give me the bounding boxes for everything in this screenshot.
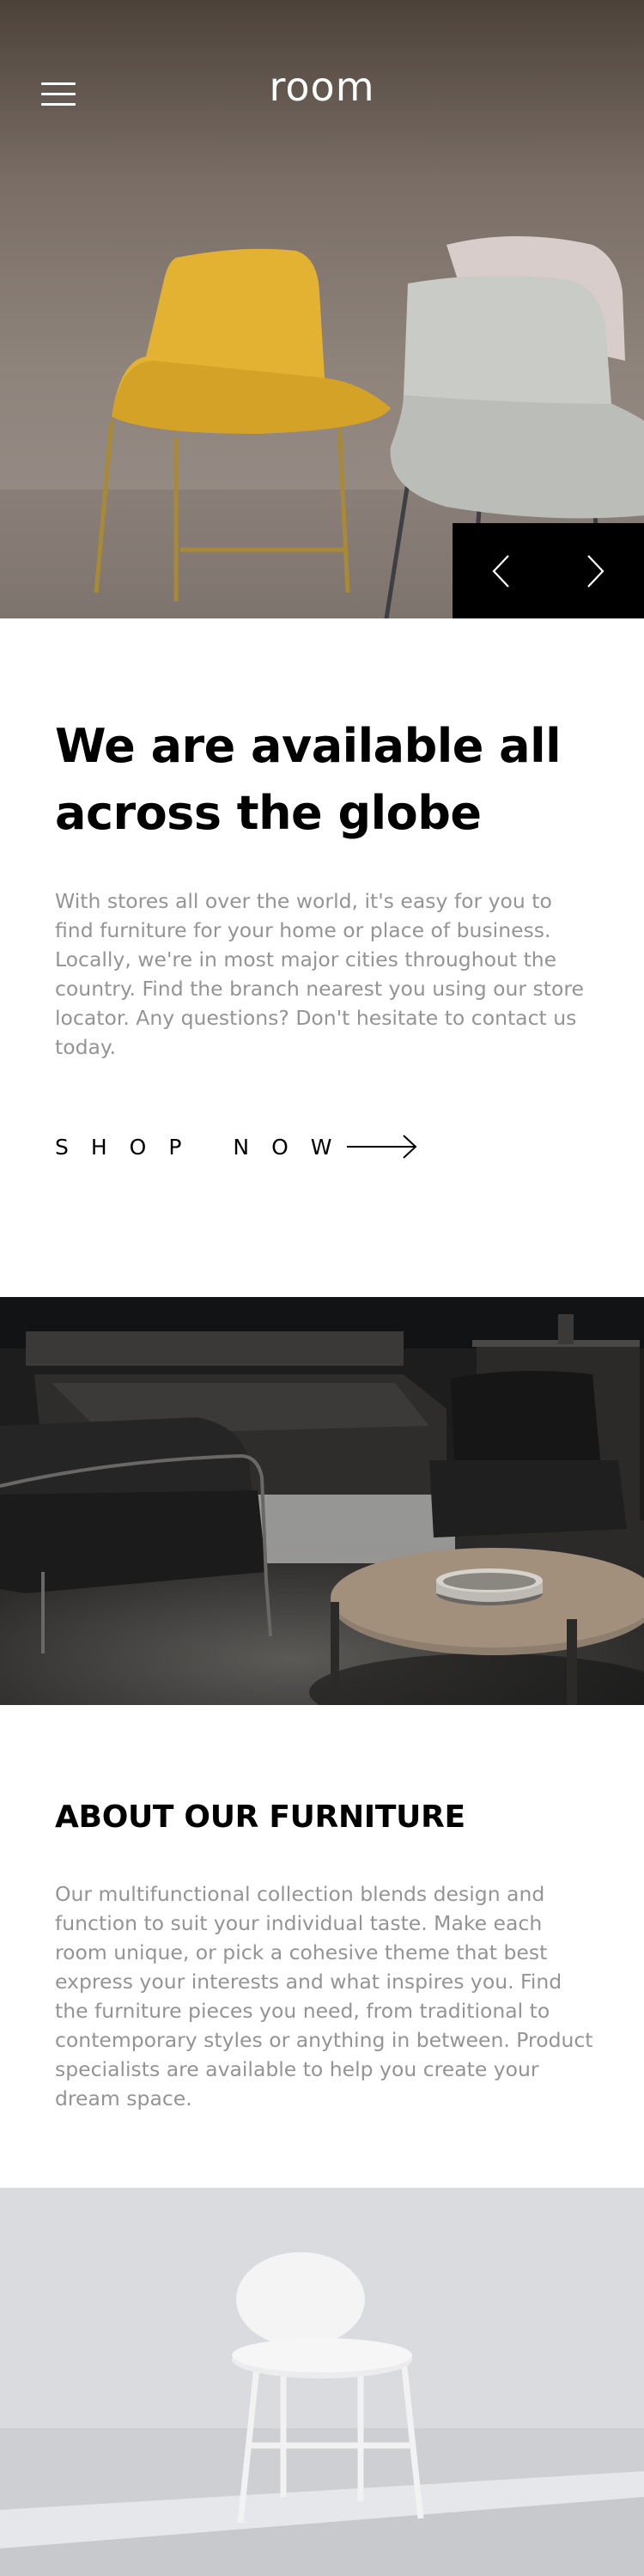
about-section: ABOUT OUR FURNITURE Our multifunctional … xyxy=(0,1705,644,2188)
white-chair-scene xyxy=(0,2188,644,2576)
slider-prev-button[interactable] xyxy=(453,523,548,618)
room-scene xyxy=(0,1297,644,1705)
intro-section: We are available all across the globe Wi… xyxy=(0,618,644,1297)
yellow-chair-legs xyxy=(94,420,350,601)
chevron-right-icon xyxy=(586,554,605,588)
arrow-right-icon xyxy=(347,1135,417,1159)
intro-body: With stores all over the world, it's eas… xyxy=(55,889,584,1059)
chevron-left-icon xyxy=(491,554,509,588)
about-heading: ABOUT OUR FURNITURE xyxy=(55,1800,465,1835)
intro-heading: We are available all across the globe xyxy=(55,719,562,840)
white-chair-image xyxy=(0,2188,644,2576)
site-logo[interactable]: room xyxy=(0,64,644,110)
about-body: Our multifunctional collection blends de… xyxy=(55,1882,593,2110)
furniture-room-image xyxy=(0,1297,644,1705)
hero-section: room xyxy=(0,0,644,618)
slider-next-button[interactable] xyxy=(548,523,643,618)
shop-now-label: SHOP NOW xyxy=(55,1134,355,1160)
shop-now-link[interactable]: SHOP NOW xyxy=(55,1134,417,1160)
slider-controls xyxy=(453,523,644,618)
